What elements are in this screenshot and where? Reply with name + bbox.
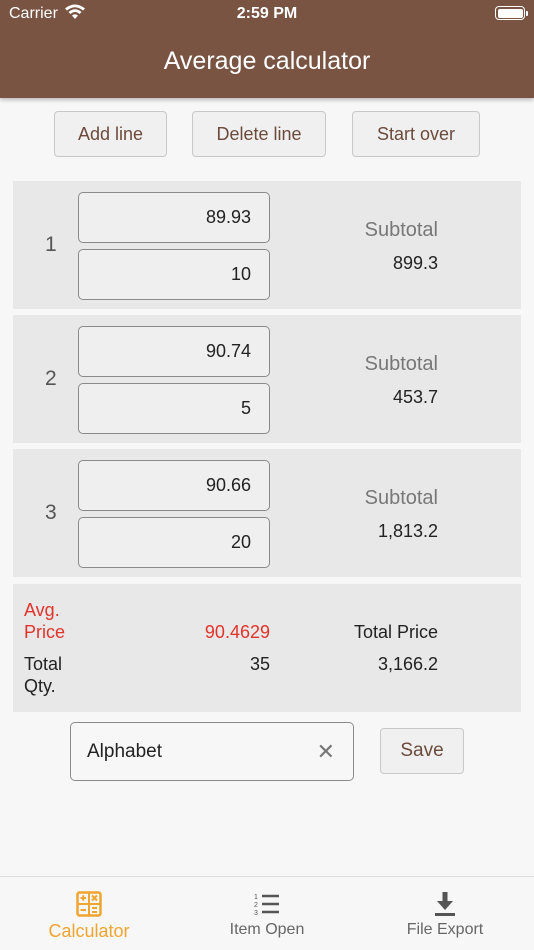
total-price-label: Total Price [353,622,438,642]
quantity-input[interactable]: 5 [78,383,270,434]
line-number: 2 [45,367,57,390]
tab-calculator[interactable]: Calculator [0,877,178,950]
battery-icon [495,6,528,20]
price-input[interactable]: 90.66 [78,460,270,511]
list-icon: 1 2 3 [254,894,279,917]
status-bar: Carrier 2:59 PM [0,0,534,28]
tab-label: File Export [406,921,484,938]
price-input[interactable]: 89.93 [78,192,270,243]
quantity-input[interactable]: 20 [78,517,270,568]
tab-label: Calculator [48,921,130,941]
price-input[interactable]: 90.74 [78,326,270,377]
total-qty-label: Total Qty. [24,654,63,696]
line-number: 3 [45,501,57,524]
add-line-button[interactable]: Add line [54,111,167,157]
page-title: Average calculator [163,47,371,75]
summary-panel: Avg. Price 90.4629 Total Price Total Qty… [13,584,521,712]
calculator-icon [76,891,102,917]
subtotal-label: Subtotal [364,353,438,375]
total-qty-value: 35 [249,654,270,674]
start-over-button[interactable]: Start over [352,111,480,157]
clear-icon[interactable]: ✕ [317,723,335,780]
svg-text:3: 3 [254,910,258,917]
bottom-navigation: Calculator 1 2 3 Item Open File Export [0,876,534,950]
tab-file-export[interactable]: File Export [356,877,534,950]
line-row-2: 2 90.74 5 Subtotal 453.7 [13,315,521,443]
subtotal-label: Subtotal [364,487,438,509]
line-row-3: 3 90.66 20 Subtotal 1,813.2 [13,449,521,577]
subtotal-value: 453.7 [392,387,438,407]
item-name-input[interactable]: Alphabet ✕ [70,722,354,781]
total-price-value: 3,166.2 [377,654,438,674]
app-bar: Carrier 2:59 PM Average calculator [0,0,534,98]
tab-label: Item Open [229,921,305,938]
quantity-input[interactable]: 10 [78,249,270,300]
line-row-1: 1 89.93 10 Subtotal 899.3 [13,181,521,309]
svg-text:1: 1 [254,894,258,901]
item-name-value: Alphabet [87,741,163,762]
svg-text:2: 2 [254,902,258,909]
save-button[interactable]: Save [380,728,464,774]
tab-item-open[interactable]: 1 2 3 Item Open [178,877,356,950]
subtotal-label: Subtotal [364,219,438,241]
avg-price-label: Avg. Price [24,600,66,642]
subtotal-value: 899.3 [392,253,438,273]
download-icon [435,892,455,916]
subtotal-value: 1,813.2 [377,521,438,541]
line-number: 1 [45,233,57,256]
status-time: 2:59 PM [236,5,298,22]
avg-price-value: 90.4629 [204,622,270,642]
delete-line-button[interactable]: Delete line [192,111,326,157]
